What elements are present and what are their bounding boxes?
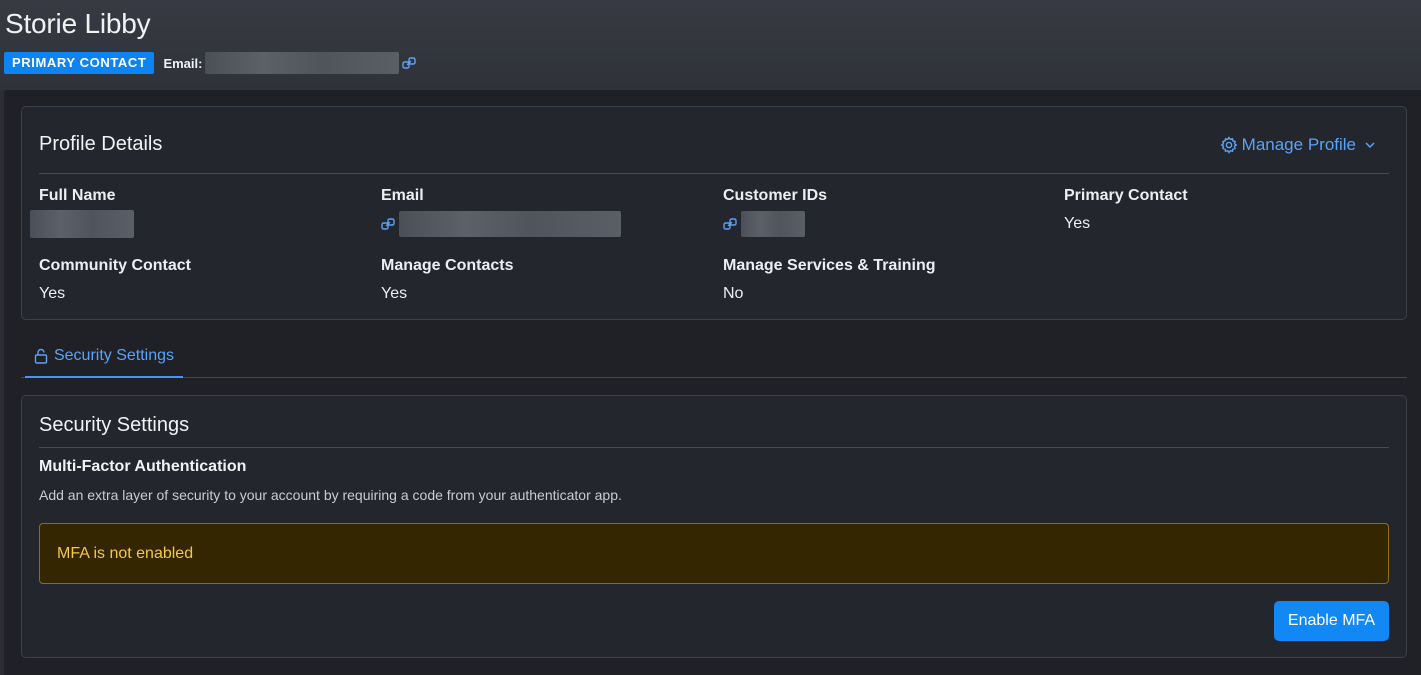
lock-icon — [34, 348, 48, 364]
main-content: Profile Details Manage Profile Full Name… — [4, 90, 1421, 675]
field-manage-contacts: Manage Contacts Yes — [381, 257, 513, 307]
mfa-description: Add an extra layer of security to your a… — [39, 487, 622, 503]
field-community-contact: Community Contact Yes — [39, 257, 191, 307]
header-email-label: Email: — [163, 55, 203, 71]
tab-security-settings[interactable]: Security Settings — [25, 335, 183, 378]
divider — [39, 173, 1389, 174]
enable-mfa-button[interactable]: Enable MFA — [1274, 601, 1389, 641]
field-label: Community Contact — [39, 257, 191, 274]
redacted-customer-id — [741, 211, 805, 237]
page-header: Storie Libby PRIMARY CONTACT Email: — [0, 0, 1421, 90]
profile-details-card: Profile Details Manage Profile Full Name… — [21, 106, 1407, 320]
mfa-status-text: MFA is not enabled — [57, 544, 194, 562]
manage-profile-label: Manage Profile — [1241, 135, 1356, 154]
field-email: Email — [381, 187, 621, 237]
field-value: No — [723, 285, 744, 302]
field-customer-ids: Customer IDs — [723, 187, 827, 237]
field-label: Customer IDs — [723, 187, 828, 204]
field-manage-services: Manage Services & Training No — [723, 257, 936, 307]
redacted-full-name — [30, 210, 134, 238]
external-link-icon[interactable] — [402, 56, 417, 70]
profile-details-title: Profile Details — [39, 133, 163, 155]
security-settings-title: Security Settings — [39, 414, 190, 436]
field-value: Yes — [39, 285, 66, 302]
field-label: Manage Contacts — [381, 257, 514, 274]
page-title: Storie Libby — [5, 8, 151, 39]
gear-icon — [1220, 136, 1238, 154]
field-primary-contact: Primary Contact Yes — [1064, 187, 1188, 237]
security-settings-card: Security Settings Multi-Factor Authentic… — [21, 395, 1407, 658]
primary-contact-badge: PRIMARY CONTACT — [4, 52, 155, 74]
divider — [39, 447, 1389, 448]
external-link-icon[interactable] — [723, 217, 737, 231]
field-value: Yes — [381, 285, 408, 302]
field-label: Manage Services & Training — [723, 257, 936, 274]
mfa-heading: Multi-Factor Authentication — [39, 458, 247, 475]
external-link-icon[interactable] — [381, 217, 395, 231]
redacted-email — [205, 52, 400, 74]
header-meta: PRIMARY CONTACT Email: — [4, 52, 417, 74]
field-label: Email — [381, 187, 424, 204]
mfa-status-alert: MFA is not enabled — [39, 523, 1389, 584]
redacted-email — [399, 211, 621, 237]
chevron-down-icon — [1365, 142, 1375, 149]
manage-profile-dropdown[interactable]: Manage Profile — [1220, 135, 1376, 155]
tab-bar: Security Settings — [21, 335, 1407, 378]
tab-label: Security Settings — [53, 346, 175, 364]
field-full-name: Full Name — [30, 187, 134, 238]
field-label: Full Name — [39, 187, 116, 204]
field-label: Primary Contact — [1064, 187, 1188, 204]
field-value: Yes — [1064, 215, 1091, 232]
